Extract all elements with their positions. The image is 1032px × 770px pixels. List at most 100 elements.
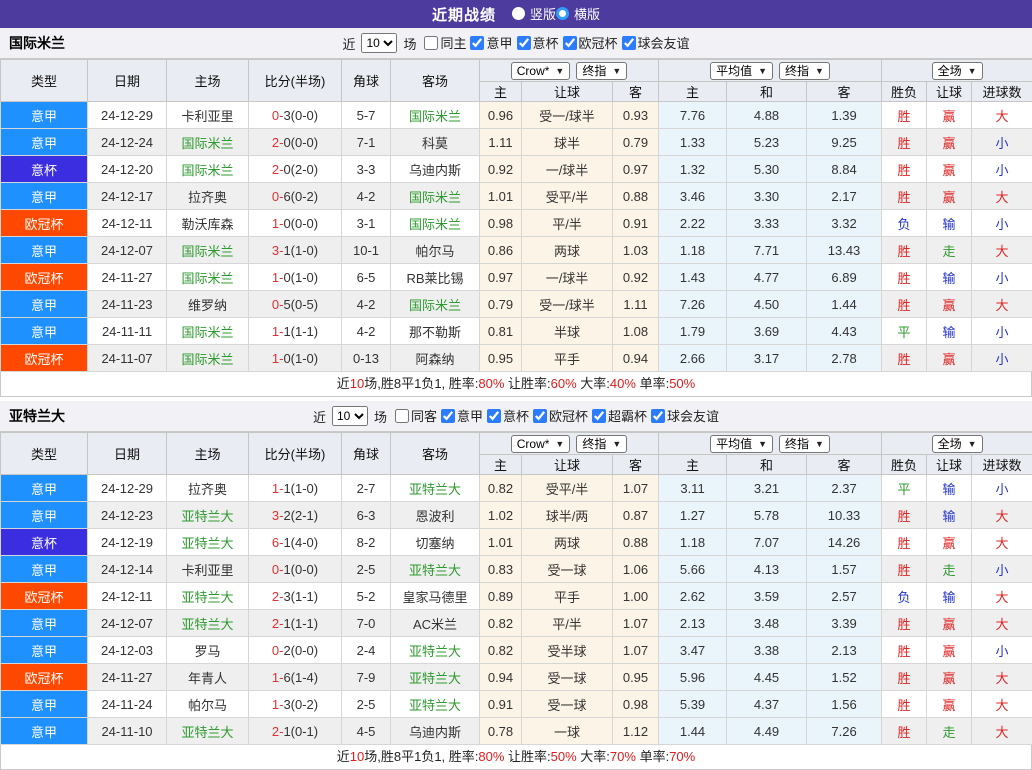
odds-company-final-select[interactable]: 终指▼: [576, 435, 627, 453]
away-team[interactable]: 亚特兰大: [391, 556, 480, 583]
odds-company-select[interactable]: Crow*▼: [511, 62, 571, 80]
away-team[interactable]: 恩波利: [391, 502, 480, 529]
halftime-score: (2-1): [291, 508, 318, 523]
recent-count-select[interactable]: 10: [361, 33, 397, 53]
checkbox-input[interactable]: [533, 409, 547, 423]
away-team[interactable]: 国际米兰: [391, 210, 480, 237]
result-handicap: 输: [927, 264, 972, 291]
away-team[interactable]: 国际米兰: [391, 102, 480, 129]
away-team[interactable]: 阿森纳: [391, 345, 480, 372]
away-team[interactable]: 乌迪内斯: [391, 718, 480, 745]
odds-home: 1.01: [480, 183, 522, 210]
league-filter-checkbox[interactable]: 球会友谊: [618, 33, 690, 52]
checkbox-input[interactable]: [424, 36, 438, 50]
radio-icon[interactable]: [556, 7, 569, 20]
avg-odds-select[interactable]: 平均值▼: [710, 435, 773, 453]
same-venue-checkbox[interactable]: 同主: [420, 33, 466, 52]
checkbox-label: 意甲: [457, 406, 483, 425]
home-team[interactable]: 勒沃库森: [167, 210, 249, 237]
corners: 3-1: [342, 210, 391, 237]
home-team[interactable]: 卡利亚里: [167, 556, 249, 583]
results-table: 类型 日期 主场 比分(半场) 角球 客场 Crow*▼终指▼ 平均值▼终指▼ …: [0, 59, 1032, 372]
checkbox-input[interactable]: [395, 409, 409, 423]
home-team[interactable]: 亚特兰大: [167, 583, 249, 610]
home-team[interactable]: 拉齐奥: [167, 183, 249, 210]
fulltime-home-score: 0-: [272, 562, 284, 577]
home-team[interactable]: 亚特兰大: [167, 529, 249, 556]
radio-icon[interactable]: [512, 7, 525, 20]
fulltime-away-score: 0: [283, 162, 290, 177]
league-filter-checkbox[interactable]: 欧冠杯: [529, 406, 588, 425]
home-team[interactable]: 年青人: [167, 664, 249, 691]
away-team[interactable]: 亚特兰大: [391, 691, 480, 718]
home-team[interactable]: 亚特兰大: [167, 718, 249, 745]
checkbox-input[interactable]: [592, 409, 606, 423]
league-filter-checkbox[interactable]: 意甲: [437, 406, 483, 425]
league-filter-checkbox[interactable]: 超霸杯: [588, 406, 647, 425]
fulltime-home-score: 2-: [272, 162, 284, 177]
league-filter-checkbox[interactable]: 球会友谊: [647, 406, 719, 425]
away-team[interactable]: 帕尔马: [391, 237, 480, 264]
layout-radio[interactable]: 竖版: [512, 4, 556, 23]
result-scope-select[interactable]: 全场▼: [932, 435, 983, 453]
away-team[interactable]: 皇家马德里: [391, 583, 480, 610]
result-wdl: 胜: [882, 691, 927, 718]
away-team[interactable]: 切塞纳: [391, 529, 480, 556]
avg-odds-final-select[interactable]: 终指▼: [779, 435, 830, 453]
home-team[interactable]: 卡利亚里: [167, 102, 249, 129]
home-team[interactable]: 国际米兰: [167, 264, 249, 291]
corners: 4-5: [342, 718, 391, 745]
checkbox-label: 意甲: [486, 33, 512, 52]
league-filter-checkbox[interactable]: 意杯: [513, 33, 559, 52]
avg-odds-final-select[interactable]: 终指▼: [779, 62, 830, 80]
score: 2-0(2-0): [249, 156, 342, 183]
away-team[interactable]: 亚特兰大: [391, 475, 480, 502]
home-team[interactable]: 罗马: [167, 637, 249, 664]
league-filter-checkbox[interactable]: 意甲: [466, 33, 512, 52]
away-team[interactable]: 亚特兰大: [391, 637, 480, 664]
checkbox-input[interactable]: [441, 409, 455, 423]
home-team[interactable]: 维罗纳: [167, 291, 249, 318]
league-badge: 意甲: [1, 129, 88, 156]
recent-count-select[interactable]: 10: [332, 406, 368, 426]
match-date: 24-12-17: [88, 183, 167, 210]
checkbox-input[interactable]: [563, 36, 577, 50]
layout-radio[interactable]: 横版: [556, 4, 600, 23]
away-team[interactable]: 亚特兰大: [391, 664, 480, 691]
checkbox-input[interactable]: [470, 36, 484, 50]
checkbox-input[interactable]: [487, 409, 501, 423]
away-team[interactable]: 科莫: [391, 129, 480, 156]
away-team[interactable]: 乌迪内斯: [391, 156, 480, 183]
fulltime-home-score: 2-: [272, 724, 284, 739]
home-team[interactable]: 帕尔马: [167, 691, 249, 718]
league-badge: 意杯: [1, 156, 88, 183]
home-team[interactable]: 国际米兰: [167, 345, 249, 372]
home-team[interactable]: 国际米兰: [167, 318, 249, 345]
home-team[interactable]: 国际米兰: [167, 237, 249, 264]
home-team[interactable]: 拉齐奥: [167, 475, 249, 502]
odds-company-select[interactable]: Crow*▼: [511, 435, 571, 453]
away-team[interactable]: RB莱比锡: [391, 264, 480, 291]
away-team[interactable]: 国际米兰: [391, 183, 480, 210]
away-team[interactable]: AC米兰: [391, 610, 480, 637]
home-team[interactable]: 国际米兰: [167, 129, 249, 156]
same-venue-checkbox[interactable]: 同客: [391, 406, 437, 425]
checkbox-input[interactable]: [622, 36, 636, 50]
away-team[interactable]: 那不勒斯: [391, 318, 480, 345]
result-handicap: 走: [927, 718, 972, 745]
avg-odds-value: 平均值: [716, 64, 752, 78]
checkbox-input[interactable]: [517, 36, 531, 50]
away-team[interactable]: 国际米兰: [391, 291, 480, 318]
avg-home: 1.43: [659, 264, 727, 291]
league-filter-checkbox[interactable]: 意杯: [483, 406, 529, 425]
avg-odds-select[interactable]: 平均值▼: [710, 62, 773, 80]
home-team[interactable]: 国际米兰: [167, 156, 249, 183]
home-team[interactable]: 亚特兰大: [167, 502, 249, 529]
col-away: 客场: [391, 60, 480, 102]
home-team[interactable]: 亚特兰大: [167, 610, 249, 637]
league-filter-checkbox[interactable]: 欧冠杯: [559, 33, 618, 52]
result-scope-select[interactable]: 全场▼: [932, 62, 983, 80]
checkbox-input[interactable]: [651, 409, 665, 423]
odds-company-final-select[interactable]: 终指▼: [576, 62, 627, 80]
odds-handicap: 受一球: [522, 691, 613, 718]
